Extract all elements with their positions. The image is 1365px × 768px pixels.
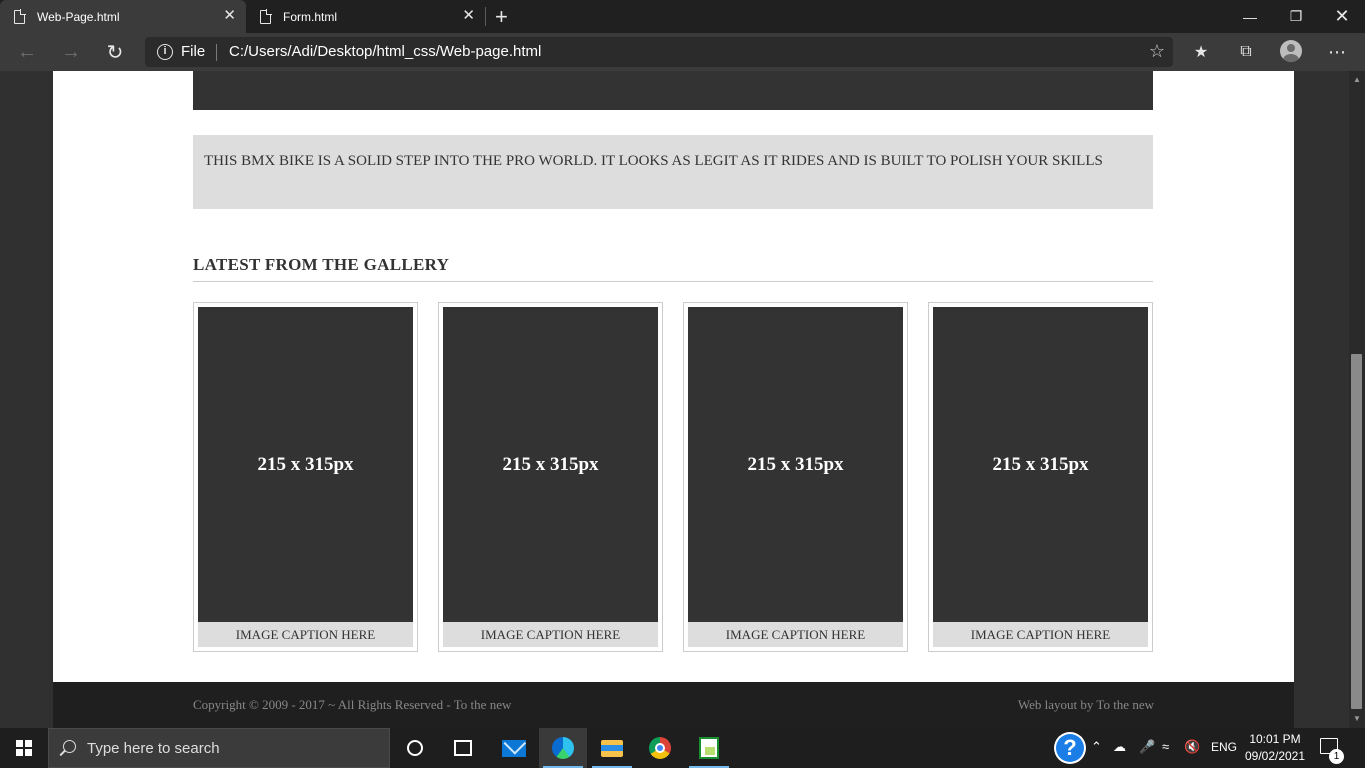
gallery-caption: IMAGE CAPTION HERE bbox=[198, 622, 413, 647]
scheme-label: File bbox=[181, 43, 206, 60]
address-bar[interactable]: i File C:/Users/Adi/Desktop/html_css/Web… bbox=[145, 37, 1173, 67]
collections-icon[interactable]: ⧉ bbox=[1234, 40, 1258, 64]
gallery-card[interactable]: 215 x 315px IMAGE CAPTION HERE bbox=[438, 302, 663, 652]
favorites-icon[interactable]: ★ bbox=[1189, 40, 1213, 64]
task-view-icon bbox=[454, 740, 472, 756]
intro-panel: THIS BMX BIKE IS A SOLID STEP INTO THE P… bbox=[193, 135, 1153, 209]
tab-title: Web-Page.html bbox=[37, 9, 120, 24]
url-text[interactable]: C:/Users/Adi/Desktop/html_css/Web-page.h… bbox=[229, 43, 541, 60]
page-container: THIS BMX BIKE IS A SOLID STEP INTO THE P… bbox=[53, 71, 1294, 682]
gallery-image-placeholder: 215 x 315px bbox=[443, 307, 658, 622]
taskbar-search-box[interactable]: Type here to search bbox=[48, 728, 390, 768]
clock-date: 09/02/2021 bbox=[1244, 749, 1306, 763]
edge-app-button[interactable] bbox=[539, 728, 587, 768]
microphone-icon[interactable]: 🎤 bbox=[1139, 739, 1155, 755]
gallery-image-placeholder: 215 x 315px bbox=[198, 307, 413, 622]
add-favorite-star-icon[interactable]: ☆ bbox=[1149, 41, 1165, 62]
new-tab-icon[interactable]: + bbox=[495, 4, 508, 30]
footer-copyright: Copyright © 2009 - 2017 ~ All Rights Res… bbox=[193, 697, 512, 712]
info-icon[interactable]: i bbox=[157, 44, 173, 60]
page-viewport: THIS BMX BIKE IS A SOLID STEP INTO THE P… bbox=[0, 71, 1349, 728]
windows-taskbar: Type here to search ? ⌃ ☁ 🎤 ≈ 🔇 ENG 10:0… bbox=[0, 728, 1365, 768]
close-window-icon[interactable]: ✕ bbox=[1319, 0, 1365, 33]
hero-banner bbox=[193, 71, 1153, 110]
tab-form[interactable]: Form.html ✕ bbox=[246, 0, 485, 33]
browser-toolbar: ← → ↻ i File C:/Users/Adi/Desktop/html_c… bbox=[0, 33, 1365, 71]
mail-icon bbox=[502, 739, 526, 757]
cortana-icon bbox=[407, 740, 423, 756]
task-view-button[interactable] bbox=[439, 728, 487, 768]
restore-icon[interactable]: ❐ bbox=[1273, 0, 1319, 33]
tab-title: Form.html bbox=[283, 9, 337, 24]
clock-time: 10:01 PM bbox=[1249, 732, 1301, 746]
onedrive-cloud-icon[interactable]: ☁ bbox=[1113, 739, 1126, 755]
search-icon bbox=[63, 740, 76, 753]
notification-count-badge: 1 bbox=[1329, 749, 1344, 764]
gallery-caption: IMAGE CAPTION HERE bbox=[933, 622, 1148, 647]
gallery-image-placeholder: 215 x 315px bbox=[688, 307, 903, 622]
intro-text: THIS BMX BIKE IS A SOLID STEP INTO THE P… bbox=[204, 153, 1103, 169]
minimize-icon[interactable]: — bbox=[1227, 0, 1273, 33]
gallery-heading: LATEST FROM THE GALLERY bbox=[193, 255, 1153, 282]
gallery-caption: IMAGE CAPTION HERE bbox=[688, 622, 903, 647]
close-tab-icon[interactable]: ✕ bbox=[223, 8, 236, 24]
gallery-card[interactable]: 215 x 315px IMAGE CAPTION HERE bbox=[928, 302, 1153, 652]
document-icon bbox=[14, 8, 26, 24]
volume-muted-icon[interactable]: 🔇 bbox=[1184, 739, 1200, 755]
chevron-up-icon[interactable]: ⌃ bbox=[1091, 739, 1102, 755]
gallery-card[interactable]: 215 x 315px IMAGE CAPTION HERE bbox=[193, 302, 418, 652]
cortana-button[interactable] bbox=[391, 728, 439, 768]
search-placeholder: Type here to search bbox=[87, 740, 220, 757]
mail-app-button[interactable] bbox=[490, 728, 538, 768]
windows-logo-icon bbox=[16, 740, 32, 756]
scroll-down-icon[interactable]: ▼ bbox=[1349, 712, 1365, 726]
back-arrow-icon[interactable]: ← bbox=[14, 39, 40, 65]
chrome-app-button[interactable] bbox=[636, 728, 684, 768]
chrome-icon bbox=[649, 737, 671, 759]
browser-tab-strip: Web-Page.html ✕ Form.html ✕ + — ❐ ✕ bbox=[0, 0, 1365, 33]
wifi-icon[interactable]: ≈ bbox=[1162, 739, 1169, 754]
notepad-app-button[interactable] bbox=[685, 728, 733, 768]
profile-avatar-icon[interactable] bbox=[1280, 40, 1302, 62]
notepad-icon bbox=[699, 737, 719, 759]
forward-arrow-icon[interactable]: → bbox=[58, 39, 84, 65]
vertical-scrollbar[interactable]: ▲ ▼ bbox=[1349, 71, 1365, 728]
scroll-up-icon[interactable]: ▲ bbox=[1349, 73, 1365, 87]
help-button[interactable]: ? bbox=[1054, 732, 1086, 764]
omnibox-divider bbox=[216, 44, 217, 61]
document-icon bbox=[260, 8, 272, 24]
help-icon: ? bbox=[1056, 734, 1084, 762]
file-explorer-button[interactable] bbox=[588, 728, 636, 768]
tab-web-page[interactable]: Web-Page.html ✕ bbox=[0, 0, 246, 33]
scrollbar-thumb[interactable] bbox=[1351, 354, 1362, 709]
gallery-card[interactable]: 215 x 315px IMAGE CAPTION HERE bbox=[683, 302, 908, 652]
system-clock[interactable]: 10:01 PM 09/02/2021 bbox=[1244, 731, 1306, 765]
gallery-image-placeholder: 215 x 315px bbox=[933, 307, 1148, 622]
refresh-icon[interactable]: ↻ bbox=[102, 39, 128, 65]
gallery-caption: IMAGE CAPTION HERE bbox=[443, 622, 658, 647]
close-tab-icon[interactable]: ✕ bbox=[462, 8, 475, 24]
edge-icon bbox=[552, 737, 574, 759]
start-button[interactable] bbox=[0, 728, 48, 768]
language-indicator[interactable]: ENG bbox=[1211, 740, 1237, 754]
more-menu-icon[interactable]: ⋯ bbox=[1325, 40, 1349, 64]
footer-credit: Web layout by To the new bbox=[1017, 697, 1154, 712]
page-footer: Copyright © 2009 - 2017 ~ All Rights Res… bbox=[53, 682, 1294, 728]
tab-divider bbox=[485, 7, 486, 26]
folder-icon bbox=[601, 739, 623, 757]
